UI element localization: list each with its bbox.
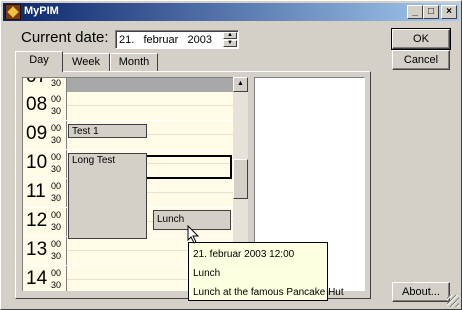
close-button[interactable]: × xyxy=(441,5,457,19)
hour-label: 10 xyxy=(26,152,48,173)
date-spin-down-button[interactable]: ▼ xyxy=(223,40,237,47)
cancel-button[interactable]: Cancel xyxy=(392,50,450,70)
scroll-thumb[interactable] xyxy=(233,159,248,199)
tooltip-description: Lunch at the famous Pancake Hut xyxy=(193,287,344,298)
appointment-test-1[interactable]: Test 1 xyxy=(68,124,147,138)
current-date-label: Current date: xyxy=(21,29,109,46)
appointment-tooltip: 21. februar 2003 12:00 Lunch Lunch at th… xyxy=(188,242,344,301)
minute-label: 00 xyxy=(51,152,62,162)
minute-label: 00 xyxy=(51,123,62,133)
hour-row-07: 07 30 xyxy=(23,78,234,92)
minimize-button[interactable]: _ xyxy=(407,5,423,19)
date-picker-field[interactable]: 21. februar 2003 xyxy=(115,30,239,49)
hour-label: 12 xyxy=(26,210,48,231)
appointment-long-test[interactable]: Long Test xyxy=(68,153,147,239)
minute-label: 00 xyxy=(51,239,62,249)
main-window: MyPIM _ □ × Current date: 21. februar 20… xyxy=(0,0,462,310)
app-icon[interactable] xyxy=(5,4,21,20)
minute-label: 00 xyxy=(51,181,62,191)
about-button[interactable]: About... xyxy=(392,282,450,302)
hour-label: 07 xyxy=(26,78,47,87)
window-title: MyPIM xyxy=(24,5,59,17)
minute-label: 30 xyxy=(51,135,62,145)
time-slot[interactable] xyxy=(67,78,234,92)
hour-row-08: 08 00 30 xyxy=(23,92,234,120)
tab-month[interactable]: Month xyxy=(110,53,158,71)
minute-label: 00 xyxy=(51,210,62,220)
minute-label: 30 xyxy=(51,164,62,174)
resize-grip-icon[interactable] xyxy=(447,295,459,307)
minute-label: 30 xyxy=(51,251,62,261)
title-bar[interactable]: MyPIM _ □ × xyxy=(3,3,459,21)
date-spin-up-button[interactable]: ▲ xyxy=(223,32,237,39)
hour-label: 14 xyxy=(26,268,48,289)
tooltip-datetime: 21. februar 2003 12:00 xyxy=(193,249,295,260)
hour-label: 08 xyxy=(26,94,48,115)
minute-label: 30 xyxy=(51,280,62,290)
minute-label: 30 xyxy=(51,193,62,203)
minute-label: 30 xyxy=(51,222,62,232)
minute-label: 00 xyxy=(51,94,62,104)
tab-week[interactable]: Week xyxy=(62,53,110,71)
minute-label: 00 xyxy=(51,268,62,278)
time-slot[interactable] xyxy=(67,106,234,120)
minute-label: 30 xyxy=(51,106,62,116)
time-slot[interactable] xyxy=(67,92,234,106)
hour-label: 13 xyxy=(26,239,48,260)
minute-label: 30 xyxy=(51,78,62,88)
tab-day[interactable]: Day xyxy=(15,51,63,72)
tooltip-title: Lunch xyxy=(193,268,221,279)
mouse-pointer-icon xyxy=(187,225,200,244)
hour-label: 09 xyxy=(26,123,48,144)
hour-label: 11 xyxy=(26,181,46,202)
ok-button[interactable]: OK xyxy=(391,28,451,50)
scroll-up-button[interactable]: ▲ xyxy=(233,77,248,92)
maximize-button[interactable]: □ xyxy=(423,5,439,19)
